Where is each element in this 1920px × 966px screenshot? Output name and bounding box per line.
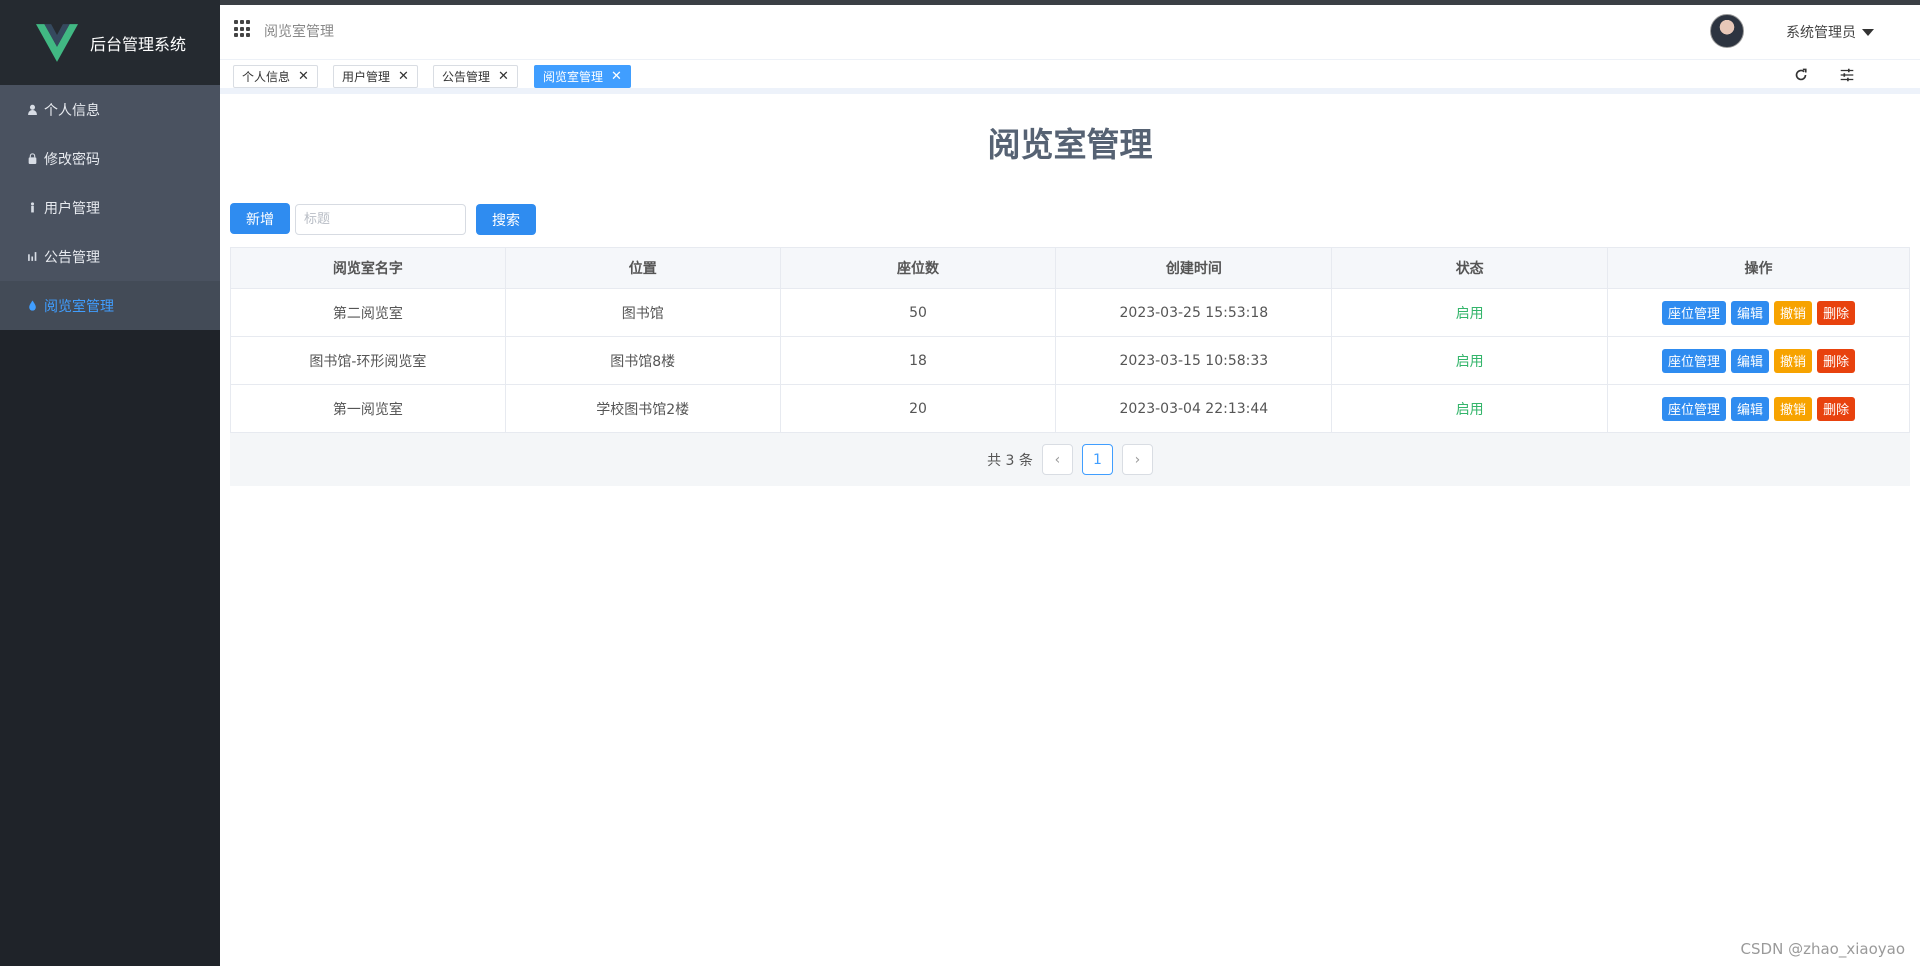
tab-bar: 个人信息 ✕ 用户管理 ✕ 公告管理 ✕ 阅览室管理 ✕ xyxy=(220,60,1920,94)
revoke-button[interactable]: 撤销 xyxy=(1774,396,1813,421)
page-title: 阅览室管理 xyxy=(987,125,1153,164)
add-button[interactable]: 新增 xyxy=(230,203,290,234)
close-icon[interactable]: ✕ xyxy=(498,70,509,83)
tab-label: 阅览室管理 xyxy=(543,70,604,84)
edit-button[interactable]: 编辑 xyxy=(1731,396,1770,421)
created-time: 2023-03-15 10:58:33 xyxy=(1055,336,1333,385)
reading-room-table: 阅览室名字 位置 座位数 创建时间 状态 操作 第二阅览室 图书馆 50 202… xyxy=(230,247,1910,433)
breadcrumb: 阅览室管理 xyxy=(264,24,334,40)
user-menu[interactable]: 系统管理员 xyxy=(1786,22,1874,42)
edit-button[interactable]: 编辑 xyxy=(1731,348,1770,373)
table-row: 图书馆-环形阅览室 图书馆8楼 18 2023-03-15 10:58:33 启… xyxy=(230,336,1910,385)
user-icon xyxy=(26,104,38,116)
seat-count: 50 xyxy=(779,288,1057,337)
status-text: 启用 xyxy=(1331,288,1609,337)
seat-management-button[interactable]: 座位管理 xyxy=(1662,396,1727,421)
vue-logo-icon xyxy=(36,23,78,62)
delete-button[interactable]: 删除 xyxy=(1817,396,1856,421)
delete-button[interactable]: 删除 xyxy=(1817,300,1856,325)
app-root: 后台管理系统 个人信息 修改密码 用户管理 公告管理 阅览室管理 阅览室管理 系… xyxy=(0,0,1920,966)
created-time: 2023-03-25 15:53:18 xyxy=(1055,288,1333,337)
seat-count: 20 xyxy=(779,384,1057,433)
actions-cell: 座位管理 编辑 撤销 删除 xyxy=(1607,288,1910,337)
next-page-button[interactable]: › xyxy=(1121,444,1153,475)
column-header-name[interactable]: 阅览室名字 xyxy=(230,247,506,289)
reading-room-name: 第二阅览室 xyxy=(230,288,506,337)
table-row: 第一阅览室 学校图书馆2楼 20 2023-03-04 22:13:44 启用 … xyxy=(230,384,1910,433)
title-search-input[interactable] xyxy=(295,204,466,235)
tab-label: 用户管理 xyxy=(342,70,391,84)
seat-management-button[interactable]: 座位管理 xyxy=(1662,300,1727,325)
reading-room-name: 第一阅览室 xyxy=(230,384,506,433)
status-text: 启用 xyxy=(1331,384,1609,433)
refresh-icon[interactable] xyxy=(1792,66,1810,84)
table-row: 第二阅览室 图书馆 50 2023-03-25 15:53:18 启用 座位管理… xyxy=(230,288,1910,337)
reading-room-location: 学校图书馆2楼 xyxy=(504,384,781,433)
sidebar-item-label: 公告管理 xyxy=(44,249,100,266)
pagination: 共 3 条 ‹ 1 › xyxy=(230,433,1910,486)
sidebar-item-announcement-management[interactable]: 公告管理 xyxy=(0,232,220,281)
close-icon[interactable]: ✕ xyxy=(298,70,309,83)
tab-user-management[interactable]: 用户管理 ✕ xyxy=(333,65,418,88)
app-title: 后台管理系统 xyxy=(90,34,187,54)
revoke-button[interactable]: 撤销 xyxy=(1774,348,1813,373)
tab-reading-room-management[interactable]: 阅览室管理 ✕ xyxy=(534,65,631,88)
sidebar-item-label: 阅览室管理 xyxy=(44,298,114,315)
status-text: 启用 xyxy=(1331,336,1609,385)
close-icon[interactable]: ✕ xyxy=(398,70,409,83)
avatar[interactable] xyxy=(1710,14,1744,48)
actions-cell: 座位管理 编辑 撤销 删除 xyxy=(1607,384,1910,433)
caret-down-icon xyxy=(1862,28,1874,36)
tab-label: 公告管理 xyxy=(442,70,491,84)
page-number-current[interactable]: 1 xyxy=(1081,444,1113,475)
sidebar-item-user-management[interactable]: 用户管理 xyxy=(0,183,220,232)
search-button[interactable]: 搜索 xyxy=(476,204,536,235)
column-header-created[interactable]: 创建时间 xyxy=(1055,247,1333,289)
total-count: 共 3 条 xyxy=(987,452,1033,469)
seat-management-button[interactable]: 座位管理 xyxy=(1662,348,1727,373)
reading-room-name: 图书馆-环形阅览室 xyxy=(230,336,506,385)
revoke-button[interactable]: 撤销 xyxy=(1774,300,1813,325)
person-icon xyxy=(26,202,38,214)
bar-chart-icon xyxy=(26,251,38,263)
column-header-location[interactable]: 位置 xyxy=(504,247,781,289)
tab-label: 个人信息 xyxy=(242,70,291,84)
reading-room-location: 图书馆8楼 xyxy=(504,336,781,385)
user-name: 系统管理员 xyxy=(1786,25,1856,41)
sidebar-item-label: 用户管理 xyxy=(44,200,100,217)
actions-cell: 座位管理 编辑 撤销 删除 xyxy=(1607,336,1910,385)
column-header-seats[interactable]: 座位数 xyxy=(779,247,1057,289)
edit-button[interactable]: 编辑 xyxy=(1731,300,1770,325)
top-header: 阅览室管理 系统管理员 xyxy=(220,0,1920,60)
app-logo[interactable]: 后台管理系统 xyxy=(0,0,220,85)
sidebar-item-label: 个人信息 xyxy=(44,102,100,119)
column-header-actions: 操作 xyxy=(1607,247,1910,289)
created-time: 2023-03-04 22:13:44 xyxy=(1055,384,1333,433)
sliders-icon[interactable] xyxy=(1838,66,1856,84)
delete-button[interactable]: 删除 xyxy=(1817,348,1856,373)
sidebar-item-reading-room-management[interactable]: 阅览室管理 xyxy=(0,281,220,330)
drop-icon xyxy=(26,300,38,312)
tab-personal-info[interactable]: 个人信息 ✕ xyxy=(233,65,318,88)
previous-page-button[interactable]: ‹ xyxy=(1041,444,1073,475)
table-header-row: 阅览室名字 位置 座位数 创建时间 状态 操作 xyxy=(230,247,1910,289)
seat-count: 18 xyxy=(779,336,1057,385)
column-header-status[interactable]: 状态 xyxy=(1331,247,1609,289)
close-icon[interactable]: ✕ xyxy=(611,70,622,83)
tab-announcement-management[interactable]: 公告管理 ✕ xyxy=(433,65,518,88)
reading-room-location: 图书馆 xyxy=(504,288,781,337)
watermark: CSDN @zhao_xiaoyao xyxy=(1740,940,1905,958)
app-grid-icon[interactable] xyxy=(234,20,252,38)
